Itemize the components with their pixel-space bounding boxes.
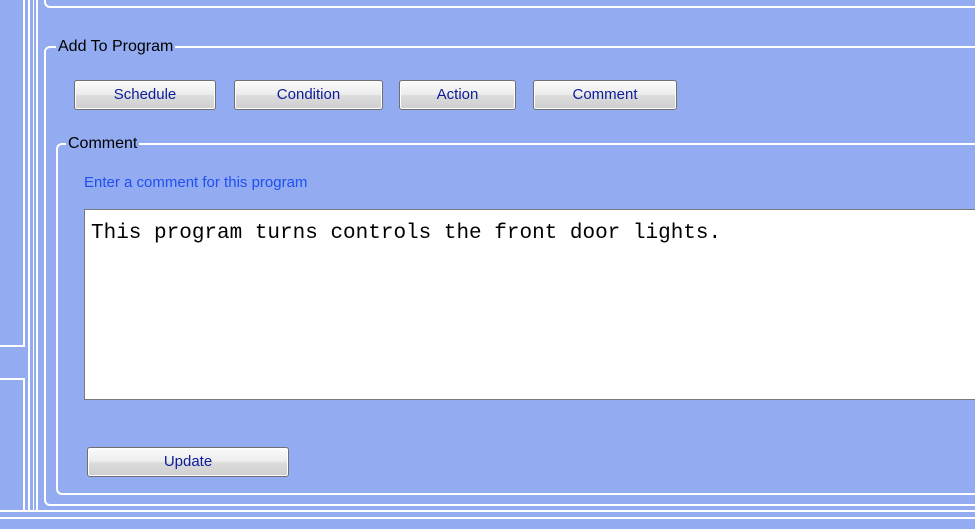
left-panel-divider	[0, 345, 25, 347]
comment-button[interactable]: Comment	[533, 80, 677, 110]
action-button[interactable]: Action	[399, 80, 516, 110]
bottom-bar-line	[0, 517, 975, 519]
bottom-bar	[0, 510, 975, 529]
comment-legend: Comment	[66, 135, 140, 153]
previous-panel-edge	[44, 0, 975, 8]
comment-hint: Enter a comment for this program	[84, 174, 308, 191]
left-panel-edge	[23, 0, 25, 345]
panel-splitter[interactable]	[28, 0, 38, 510]
splitter-grip-line	[33, 0, 34, 510]
schedule-button[interactable]: Schedule	[74, 80, 216, 110]
update-button[interactable]: Update	[87, 447, 289, 477]
left-panel	[0, 0, 28, 510]
comment-textarea[interactable]: This program turns controls the front do…	[84, 209, 975, 400]
left-panel-divider	[0, 378, 25, 380]
left-panel-edge	[23, 378, 25, 510]
condition-button[interactable]: Condition	[234, 80, 383, 110]
add-to-program-legend: Add To Program	[56, 38, 176, 56]
